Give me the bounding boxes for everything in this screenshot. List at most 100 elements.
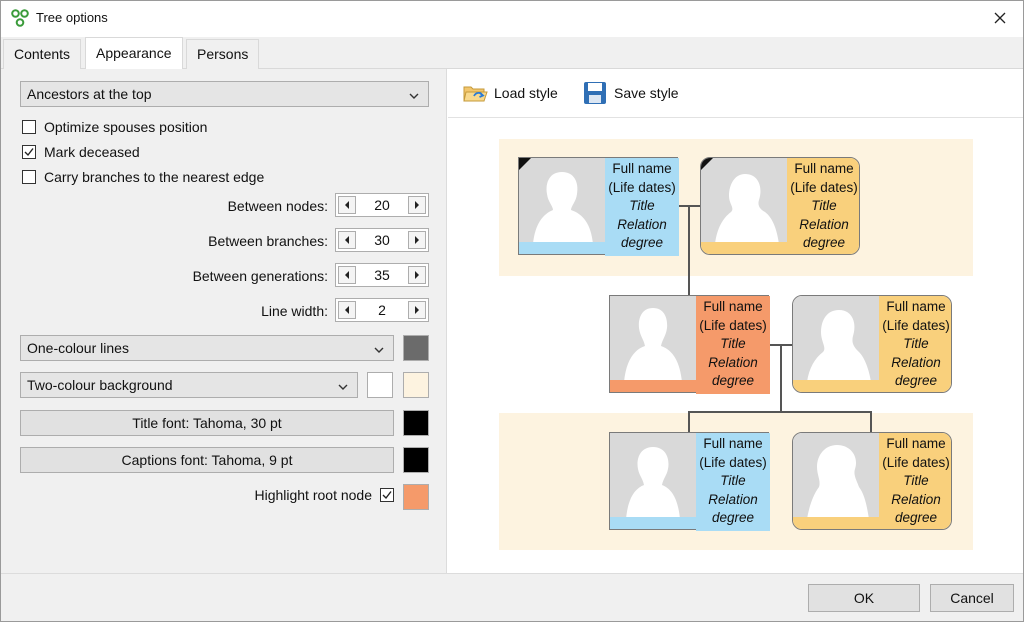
title-text: Title: [903, 473, 929, 488]
background-style-select[interactable]: Two-colour background: [20, 372, 358, 398]
between-branches-value[interactable]: 30: [358, 232, 406, 248]
increment-button[interactable]: [408, 301, 426, 319]
full-name-text: Full name: [886, 436, 946, 451]
chevron-down-icon: [373, 339, 385, 363]
layout-select[interactable]: Ancestors at the top: [20, 81, 429, 107]
connector-line: [780, 345, 782, 412]
decrement-button[interactable]: [338, 301, 356, 319]
degree-text: degree: [711, 510, 755, 525]
arrow-right-icon: [415, 271, 419, 279]
life-dates-text: (Life dates): [790, 179, 858, 195]
background-color-2-swatch[interactable]: [403, 372, 429, 398]
arrow-right-icon: [415, 201, 419, 209]
life-dates-text: (Life dates): [608, 179, 676, 195]
highlight-root-checkbox[interactable]: Highlight root node: [254, 485, 394, 505]
load-style-button[interactable]: Load style: [462, 81, 558, 105]
line-width-spinner[interactable]: 2: [335, 298, 429, 322]
decrement-button[interactable]: [338, 196, 356, 214]
full-name-text: Full name: [886, 299, 946, 314]
cancel-button[interactable]: Cancel: [930, 584, 1014, 612]
deceased-marker-icon: [519, 158, 531, 170]
save-style-button[interactable]: Save style: [582, 81, 679, 105]
background-color-1-swatch[interactable]: [367, 372, 393, 398]
increment-button[interactable]: [408, 266, 426, 284]
line-color-swatch[interactable]: [403, 335, 429, 361]
load-style-label: Load style: [494, 85, 558, 101]
girl-silhouette-icon: [793, 433, 879, 519]
arrow-right-icon: [415, 236, 419, 244]
arrow-left-icon: [345, 201, 349, 209]
male-silhouette-icon: [519, 158, 605, 244]
checkbox-box: [22, 120, 36, 134]
full-name-text: Full name: [703, 299, 763, 314]
life-dates-text: (Life dates): [882, 317, 950, 333]
title-text: Title: [811, 198, 837, 213]
between-branches-spinner[interactable]: 30: [335, 228, 429, 252]
between-nodes-spinner[interactable]: 20: [335, 193, 429, 217]
full-name-text: Full name: [703, 436, 763, 451]
tab-persons[interactable]: Persons: [186, 39, 260, 69]
relation-text: Relation: [891, 354, 941, 370]
checkbox-box: [380, 488, 394, 502]
full-name-text: Full name: [794, 161, 854, 176]
mark-deceased-checkbox[interactable]: Mark deceased: [22, 142, 140, 162]
connector-line: [688, 411, 872, 413]
title-font-button[interactable]: Title font: Tahoma, 30 pt: [20, 410, 394, 436]
degree-text: degree: [620, 235, 664, 250]
decrement-button[interactable]: [338, 231, 356, 249]
app-tree-icon: [11, 9, 29, 27]
card-gender-strip: [793, 517, 879, 529]
title-text: Title: [720, 473, 746, 488]
relation-text: Relation: [799, 216, 849, 232]
between-branches-label: Between branches:: [208, 233, 328, 249]
card-highlight-strip: [610, 380, 696, 392]
person-card-female: Full name (Life dates) Title Relation de…: [792, 432, 952, 530]
root-person-card: Full name (Life dates) Title Relation de…: [609, 295, 770, 394]
line-style-select-value: One-colour lines: [27, 340, 129, 356]
close-button[interactable]: [977, 1, 1023, 35]
tree-preview-panel: Load style Save style Full name (Life da…: [448, 69, 1023, 573]
degree-text: degree: [894, 373, 938, 388]
between-nodes-label: Between nodes:: [227, 198, 328, 214]
increment-button[interactable]: [408, 231, 426, 249]
tree-options-dialog: Tree options Contents Appearance Persons…: [0, 0, 1024, 622]
title-text: Title: [629, 198, 655, 213]
between-generations-spinner[interactable]: 35: [335, 263, 429, 287]
boy-silhouette-icon: [610, 433, 696, 519]
title-bar: Tree options: [1, 1, 1023, 35]
relation-text: Relation: [617, 216, 667, 232]
arrow-left-icon: [345, 236, 349, 244]
highlight-root-color-swatch[interactable]: [403, 484, 429, 510]
decrement-button[interactable]: [338, 266, 356, 284]
life-dates-text: (Life dates): [699, 317, 767, 333]
checkbox-box: [22, 145, 36, 159]
title-font-color-swatch[interactable]: [403, 410, 429, 436]
carry-branches-checkbox[interactable]: Carry branches to the nearest edge: [22, 167, 264, 187]
ok-button[interactable]: OK: [808, 584, 920, 612]
card-gender-strip: [519, 242, 605, 254]
person-card-female: Full name (Life dates) Title Relation de…: [792, 295, 952, 393]
degree-text: degree: [894, 510, 938, 525]
line-style-select[interactable]: One-colour lines: [20, 335, 394, 361]
close-icon: [994, 12, 1006, 24]
female-silhouette-icon: [701, 158, 787, 244]
between-generations-value[interactable]: 35: [358, 267, 406, 283]
chevron-down-icon: [408, 85, 420, 109]
increment-button[interactable]: [408, 196, 426, 214]
carry-branches-label: Carry branches to the nearest edge: [44, 169, 265, 185]
optimize-spouses-checkbox[interactable]: Optimize spouses position: [22, 117, 207, 137]
captions-font-button[interactable]: Captions font: Tahoma, 9 pt: [20, 447, 394, 473]
tab-contents[interactable]: Contents: [3, 39, 82, 69]
person-card-female: Full name (Life dates) Title Relation de…: [700, 157, 860, 255]
deceased-marker-icon: [701, 158, 713, 170]
dialog-footer: OK Cancel: [1, 573, 1023, 621]
tab-appearance[interactable]: Appearance: [85, 37, 183, 70]
captions-font-color-swatch[interactable]: [403, 447, 429, 473]
connector-line: [870, 412, 872, 432]
life-dates-text: (Life dates): [882, 454, 950, 470]
line-width-value[interactable]: 2: [358, 302, 406, 318]
between-nodes-value[interactable]: 20: [358, 197, 406, 213]
title-text: Title: [903, 336, 929, 351]
person-info: Full name (Life dates) Title Relation de…: [696, 296, 770, 394]
background-style-select-value: Two-colour background: [27, 377, 173, 393]
